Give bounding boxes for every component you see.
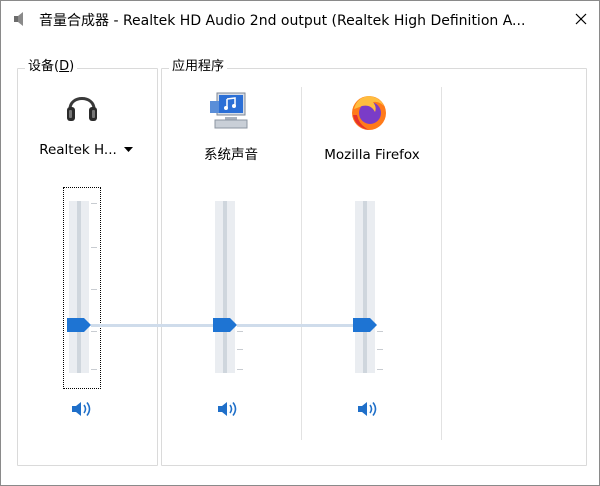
system-sounds-mute-button[interactable]	[217, 399, 239, 419]
device-name: Realtek H...	[39, 142, 117, 158]
chevron-down-icon	[123, 147, 133, 152]
window-title: 音量合成器 - Realtek HD Audio 2nd output (Rea…	[39, 13, 526, 29]
tick-mark	[91, 247, 97, 248]
device-group-label: 设备(D)	[25, 58, 78, 76]
device-mute-button[interactable]	[71, 399, 93, 419]
firefox-volume-slider[interactable]	[353, 318, 377, 332]
tick-mark	[377, 349, 383, 350]
tick-mark	[377, 331, 383, 332]
headphones-icon	[67, 97, 97, 121]
device-label-prefix: 设备(	[28, 59, 60, 74]
app-name-system-sounds: 系统声音	[204, 147, 258, 163]
device-label-accel: D	[59, 59, 70, 74]
tick-mark	[237, 331, 243, 332]
firefox-mute-button[interactable]	[357, 399, 379, 419]
tick-mark	[91, 289, 97, 290]
close-icon	[575, 13, 587, 25]
tick-mark	[91, 203, 97, 204]
close-button[interactable]	[563, 1, 599, 37]
app-name-firefox: Mozilla Firefox	[324, 147, 420, 163]
applications-group-label: 应用程序	[169, 58, 228, 76]
title-bar: 音量合成器 - Realtek HD Audio 2nd output (Rea…	[1, 1, 599, 37]
device-label-suffix: )	[69, 59, 75, 74]
system-sounds-volume-trough	[223, 201, 227, 373]
tick-mark	[377, 369, 383, 370]
tick-mark	[91, 369, 97, 370]
volume-mixer-window: 音量合成器 - Realtek HD Audio 2nd output (Rea…	[0, 0, 600, 486]
tick-mark	[237, 349, 243, 350]
device-selector[interactable]: Realtek H...	[31, 141, 141, 159]
tick-mark	[237, 369, 243, 370]
firefox-icon	[352, 96, 386, 130]
device-volume-slider[interactable]	[67, 318, 91, 332]
tick-mark	[91, 331, 97, 332]
device-volume-trough	[77, 201, 81, 373]
speaker-small-icon	[14, 12, 23, 26]
level-link-line	[237, 324, 353, 327]
column-separator	[441, 87, 442, 440]
system-sounds-volume-slider[interactable]	[213, 318, 237, 332]
system-sounds-icon	[210, 92, 248, 129]
column-separator	[301, 87, 302, 440]
level-link-line	[91, 324, 213, 327]
firefox-volume-trough	[363, 201, 367, 373]
